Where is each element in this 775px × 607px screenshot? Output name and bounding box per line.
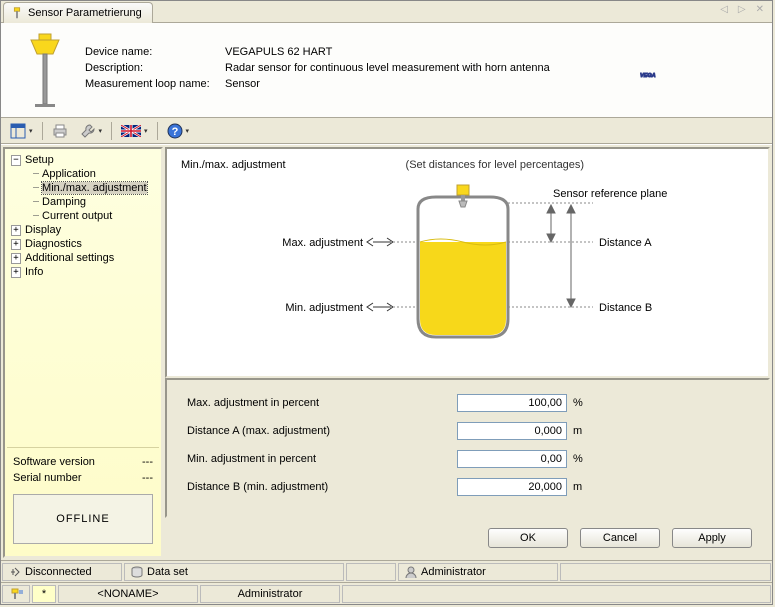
device-small-icon bbox=[9, 587, 23, 601]
tree-current-output[interactable]: ┄Current output bbox=[7, 209, 159, 223]
status-empty-2 bbox=[560, 563, 771, 581]
cancel-button[interactable]: Cancel bbox=[580, 528, 660, 548]
tab-bar: Sensor Parametrierung ◁ ▷ ✕ bbox=[1, 1, 772, 23]
offline-status: OFFLINE bbox=[13, 494, 153, 544]
tools-button[interactable] bbox=[75, 120, 108, 142]
min-pct-label: Min. adjustment in percent bbox=[187, 453, 457, 465]
tree-additional[interactable]: +Additional settings bbox=[7, 251, 159, 265]
conn-status: Disconnected bbox=[2, 563, 122, 581]
admin-status: Administrator bbox=[398, 563, 558, 581]
device-image bbox=[17, 31, 73, 109]
ok-button[interactable]: OK bbox=[488, 528, 568, 548]
serial-number-value: --- bbox=[142, 472, 153, 484]
dist-a-input[interactable] bbox=[457, 422, 567, 440]
status-bar-2: * <NONAME> Administrator bbox=[1, 582, 772, 604]
adjustment-diagram: Max. adjustment Min. adjustment bbox=[181, 181, 754, 351]
status2-empty bbox=[342, 585, 771, 603]
tab-sensor-param[interactable]: Sensor Parametrierung bbox=[3, 2, 153, 23]
print-icon bbox=[52, 123, 68, 139]
dist-b-label: Distance B (min. adjustment) bbox=[187, 481, 457, 493]
layout-button[interactable] bbox=[5, 120, 38, 142]
diag-ref-label: Sensor reference plane bbox=[553, 188, 667, 200]
tree-diagnostics[interactable]: +Diagnostics bbox=[7, 237, 159, 251]
device-header: Device name:VEGAPULS 62 HART Description… bbox=[1, 23, 772, 118]
tab-next-icon[interactable]: ▷ bbox=[734, 3, 750, 16]
nav-sidebar: −Setup ┄Application ┄Min./max. adjustmen… bbox=[3, 147, 163, 558]
nav-tree: −Setup ┄Application ┄Min./max. adjustmen… bbox=[7, 153, 159, 447]
language-button[interactable] bbox=[116, 122, 153, 140]
main-panel: Min./max. adjustment (Set distances for … bbox=[165, 147, 770, 378]
unit-m: m bbox=[573, 425, 582, 437]
description-label: Description: bbox=[85, 62, 225, 74]
max-pct-input[interactable] bbox=[457, 394, 567, 412]
page-subtitle: (Set distances for level percentages) bbox=[406, 159, 585, 171]
diag-min-label: Min. adjustment bbox=[285, 302, 363, 314]
min-pct-input[interactable] bbox=[457, 450, 567, 468]
toolbar: ? bbox=[1, 118, 772, 144]
loop-value: Sensor bbox=[225, 78, 260, 90]
admin2-cell[interactable]: Administrator bbox=[200, 585, 340, 603]
tree-info[interactable]: +Info bbox=[7, 265, 159, 279]
star-cell[interactable]: * bbox=[32, 585, 56, 603]
tree-application[interactable]: ┄Application bbox=[7, 167, 159, 181]
wrench-icon bbox=[80, 123, 96, 139]
status-bar-1: Disconnected Data set Administrator bbox=[1, 560, 772, 582]
tab-prev-icon[interactable]: ◁ bbox=[716, 3, 732, 16]
unit-pct-2: % bbox=[573, 453, 583, 465]
diag-dist-b: Distance B bbox=[599, 302, 652, 314]
tab-close-icon[interactable]: ✕ bbox=[752, 3, 768, 16]
apply-button[interactable]: Apply bbox=[672, 528, 752, 548]
flag-uk-icon bbox=[121, 125, 141, 137]
noname-cell[interactable]: <NONAME> bbox=[58, 585, 198, 603]
help-button[interactable]: ? bbox=[162, 120, 195, 142]
tree-minmax[interactable]: ┄Min./max. adjustment bbox=[7, 181, 159, 195]
dataset-status: Data set bbox=[124, 563, 344, 581]
vega-logo: VEGA bbox=[640, 50, 740, 90]
help-icon: ? bbox=[167, 123, 183, 139]
button-bar: OK Cancel Apply bbox=[165, 518, 770, 558]
device-name-label: Device name: bbox=[85, 46, 225, 58]
diag-dist-a: Distance A bbox=[599, 237, 652, 249]
serial-number-label: Serial number bbox=[13, 472, 81, 484]
page-title: Min./max. adjustment bbox=[181, 159, 286, 171]
tree-setup[interactable]: −Setup bbox=[7, 153, 159, 167]
tree-display[interactable]: +Display bbox=[7, 223, 159, 237]
user-icon bbox=[405, 566, 417, 578]
tree-damping[interactable]: ┄Damping bbox=[7, 195, 159, 209]
loop-label: Measurement loop name: bbox=[85, 78, 225, 90]
description-value: Radar sensor for continuous level measur… bbox=[225, 62, 550, 74]
layout-icon bbox=[10, 123, 26, 139]
svg-text:VEGA: VEGA bbox=[640, 73, 656, 79]
software-version-label: Software version bbox=[13, 456, 95, 468]
sensor-icon bbox=[10, 6, 24, 20]
svg-text:?: ? bbox=[171, 126, 178, 138]
unit-m-2: m bbox=[573, 481, 582, 493]
diag-max-label: Max. adjustment bbox=[282, 237, 363, 249]
tab-nav-buttons: ◁ ▷ ✕ bbox=[716, 3, 768, 16]
unit-pct: % bbox=[573, 397, 583, 409]
device-name-value: VEGAPULS 62 HART bbox=[225, 46, 332, 58]
print-button[interactable] bbox=[47, 120, 73, 142]
max-pct-label: Max. adjustment in percent bbox=[187, 397, 457, 409]
status-empty-1 bbox=[346, 563, 396, 581]
software-version-value: --- bbox=[142, 456, 153, 468]
device-icon-cell[interactable] bbox=[2, 585, 30, 603]
dist-a-label: Distance A (max. adjustment) bbox=[187, 425, 457, 437]
parameter-form: Max. adjustment in percent % Distance A … bbox=[165, 378, 770, 518]
cylinder-icon bbox=[131, 566, 143, 578]
tab-label: Sensor Parametrierung bbox=[28, 7, 142, 19]
plug-icon bbox=[9, 566, 21, 578]
dist-b-input[interactable] bbox=[457, 478, 567, 496]
